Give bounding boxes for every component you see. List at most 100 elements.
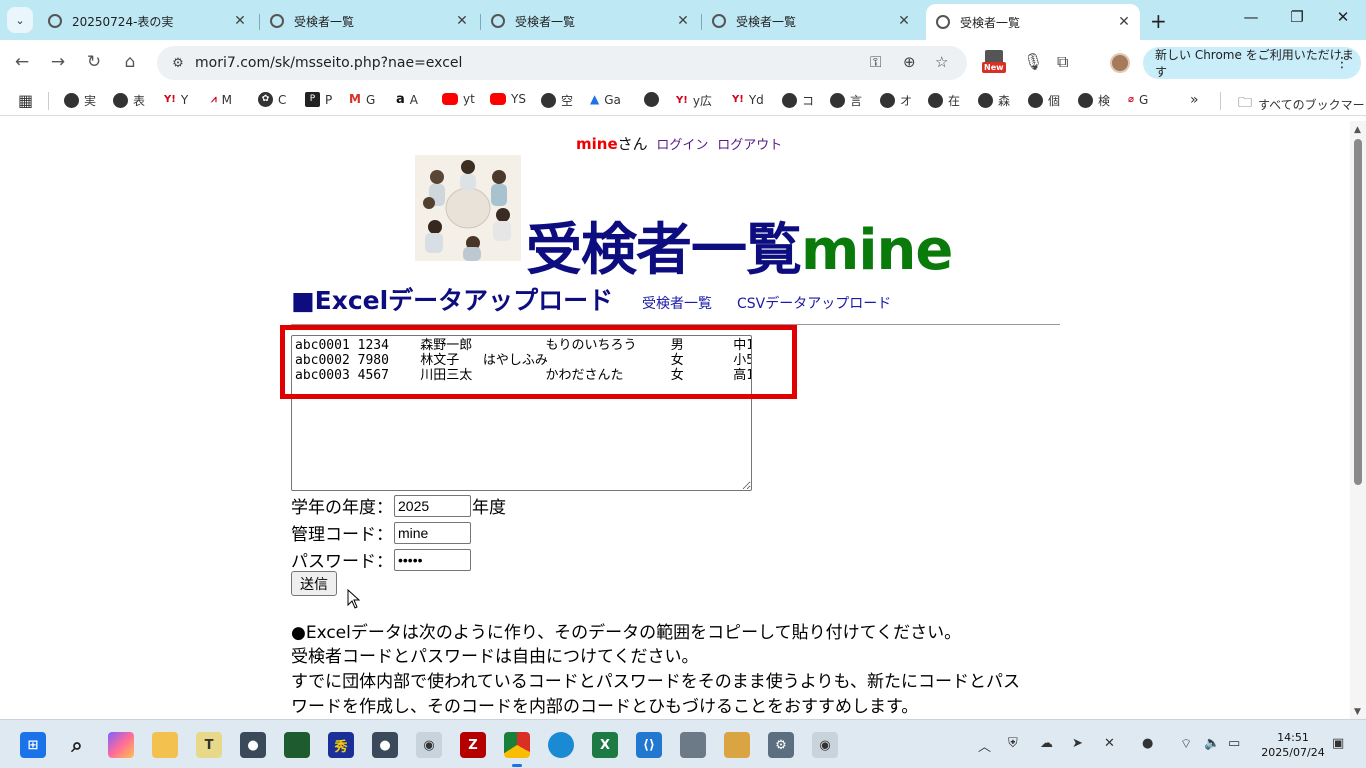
star-icon[interactable]: ☆ <box>935 53 948 71</box>
zoom-icon[interactable]: ⊕ <box>903 53 916 71</box>
bookmark-19[interactable]: 森 <box>978 92 1010 109</box>
bookmark-22[interactable]: ⌀ G <box>1128 92 1148 107</box>
app-icon[interactable]: 秀 <box>328 732 354 758</box>
bookmark-18[interactable]: 在 <box>928 92 960 109</box>
close-window-button[interactable]: ✕ <box>1328 8 1358 26</box>
apps-grid-icon[interactable]: ▦ <box>18 91 33 110</box>
scroll-up-icon[interactable]: ▲ <box>1354 125 1361 135</box>
file-explorer-icon[interactable] <box>152 732 178 758</box>
settings-gear-icon[interactable]: ⚙ <box>768 732 794 758</box>
microphone-icon[interactable]: 🎙 <box>1023 52 1043 71</box>
login-link[interactable]: ログイン <box>656 138 708 153</box>
tab-0[interactable]: 20250724-表の実 ✕ <box>38 6 256 36</box>
bookmark-10[interactable]: 空 <box>541 92 573 109</box>
camera-app-icon[interactable]: ● <box>240 732 266 758</box>
battery-icon[interactable]: ▭ <box>1228 736 1240 751</box>
close-icon[interactable]: ✕ <box>896 13 912 29</box>
year-input[interactable] <box>394 494 471 517</box>
bluetooth-icon[interactable]: ✕ <box>1104 736 1115 751</box>
app-icon[interactable] <box>724 732 750 758</box>
bookmark-11[interactable]: ▲ Ga <box>590 92 621 107</box>
bookmark-3[interactable]: ⩘ M <box>211 92 232 107</box>
chrome-icon[interactable] <box>504 732 530 767</box>
tab-2[interactable]: 受検者一覧 ✕ <box>481 6 699 36</box>
webcam-icon[interactable]: ◉ <box>416 732 442 758</box>
notification-icon[interactable]: ▣ <box>1332 736 1344 751</box>
chrome-update-button[interactable]: 新しい Chrome をご利用いただけます ⋮ <box>1143 47 1361 79</box>
bookmark-1[interactable]: 表 <box>113 92 145 109</box>
minimize-button[interactable]: — <box>1236 8 1266 26</box>
windows-start-icon[interactable]: ⊞ <box>20 732 46 758</box>
bookmark-16[interactable]: 言 <box>830 92 862 109</box>
bookmark-15[interactable]: コ <box>782 92 814 109</box>
close-icon[interactable]: ✕ <box>675 13 691 29</box>
extensions-puzzle-icon[interactable]: ⧉ <box>1057 52 1068 72</box>
address-bar[interactable]: ⚙ mori7.com/sk/msseito.php?nae=excel ⚿ ⊕… <box>157 46 967 80</box>
logout-link[interactable]: ログアウト <box>717 138 782 153</box>
app-icon[interactable] <box>680 732 706 758</box>
bookmark-5[interactable]: PP <box>305 92 332 107</box>
scrollbar-thumb[interactable] <box>1354 139 1362 485</box>
bookmark-20[interactable]: 個 <box>1028 92 1060 109</box>
app-icon[interactable] <box>284 732 310 758</box>
wifi-icon[interactable]: ⌔ <box>1180 736 1192 752</box>
url-text[interactable]: mori7.com/sk/msseito.php?nae=excel <box>195 55 462 71</box>
cloud-off-icon[interactable]: ☁ <box>1040 736 1053 751</box>
tab-3[interactable]: 受検者一覧 ✕ <box>702 6 920 36</box>
tab-1[interactable]: 受検者一覧 ✕ <box>260 6 478 36</box>
volume-icon[interactable]: 🔈 <box>1204 736 1220 751</box>
home-button[interactable]: ⌂ <box>118 52 142 72</box>
camera-app-icon[interactable]: ● <box>372 732 398 758</box>
all-bookmarks-button[interactable]: 🗀 すべてのブックマーク <box>1238 92 1366 116</box>
drive-icon: ▲ <box>590 92 600 106</box>
key-icon[interactable]: ⚿ <box>870 53 881 71</box>
examinee-list-link[interactable]: 受検者一覧 <box>642 293 712 313</box>
send-icon[interactable]: ➤ <box>1072 736 1083 751</box>
scroll-down-icon[interactable]: ▼ <box>1354 707 1361 717</box>
avatar[interactable] <box>1110 53 1130 73</box>
bookmark-7[interactable]: aA <box>396 92 418 107</box>
bookmark-0[interactable]: 実 <box>64 92 96 109</box>
people-illustration-icon <box>415 155 521 261</box>
notepad-app-icon[interactable]: T <box>196 732 222 758</box>
reload-button[interactable]: ↻ <box>82 52 106 72</box>
bookmark-12[interactable] <box>644 92 664 107</box>
forward-button[interactable]: → <box>46 52 70 72</box>
submit-button[interactable]: 送信 <box>291 571 337 596</box>
search-icon[interactable]: ⌕ <box>64 732 90 758</box>
admin-code-input[interactable] <box>394 521 471 544</box>
page-scrollbar[interactable]: ▲ ▼ <box>1350 121 1366 719</box>
system-clock[interactable]: 14:51 2025/07/24 <box>1260 730 1326 760</box>
excel-icon[interactable]: X <box>592 732 618 758</box>
webcam-icon[interactable]: ◉ <box>812 732 838 758</box>
tray-chevron-up-icon[interactable]: ︿ <box>978 736 991 755</box>
more-bookmarks-chevron-icon[interactable]: » <box>1190 92 1199 108</box>
security-shield-icon[interactable]: ⛨ <box>1008 736 1018 751</box>
bookmark-17[interactable]: オ <box>880 92 912 109</box>
bookmark-2[interactable]: Y! Y <box>164 92 188 107</box>
bookmark-9[interactable]: YS <box>490 92 526 106</box>
new-extension-button[interactable]: New <box>982 48 1006 76</box>
bookmark-4[interactable]: ✿ C <box>258 92 286 107</box>
tab-4-active[interactable]: 受検者一覧 ✕ <box>926 4 1140 40</box>
bookmark-14[interactable]: Y! Yd <box>732 92 764 107</box>
close-icon[interactable]: ✕ <box>232 13 248 29</box>
site-info-icon[interactable]: ⚙ <box>165 56 191 71</box>
bookmark-21[interactable]: 検 <box>1078 92 1110 109</box>
bookmark-13[interactable]: Y! y広 <box>676 92 712 109</box>
copilot-icon[interactable] <box>108 732 134 758</box>
filezilla-icon[interactable]: Z <box>460 732 486 758</box>
csv-upload-link[interactable]: CSVデータアップロード <box>737 293 891 313</box>
maximize-button[interactable]: ❐ <box>1282 8 1312 26</box>
close-icon[interactable]: ✕ <box>1116 14 1132 30</box>
vscode-icon[interactable]: ⟨⟩ <box>636 732 662 758</box>
bookmark-8[interactable]: yt <box>442 92 475 106</box>
close-icon[interactable]: ✕ <box>454 13 470 29</box>
new-tab-button[interactable]: + <box>1150 9 1167 33</box>
bookmark-6[interactable]: MG <box>349 92 375 107</box>
onedrive-icon[interactable]: ● <box>1142 736 1153 751</box>
edge-icon[interactable] <box>548 732 574 758</box>
password-input[interactable] <box>394 548 471 571</box>
tab-search-button[interactable]: ⌄ <box>7 7 33 33</box>
back-button[interactable]: ← <box>10 52 34 72</box>
